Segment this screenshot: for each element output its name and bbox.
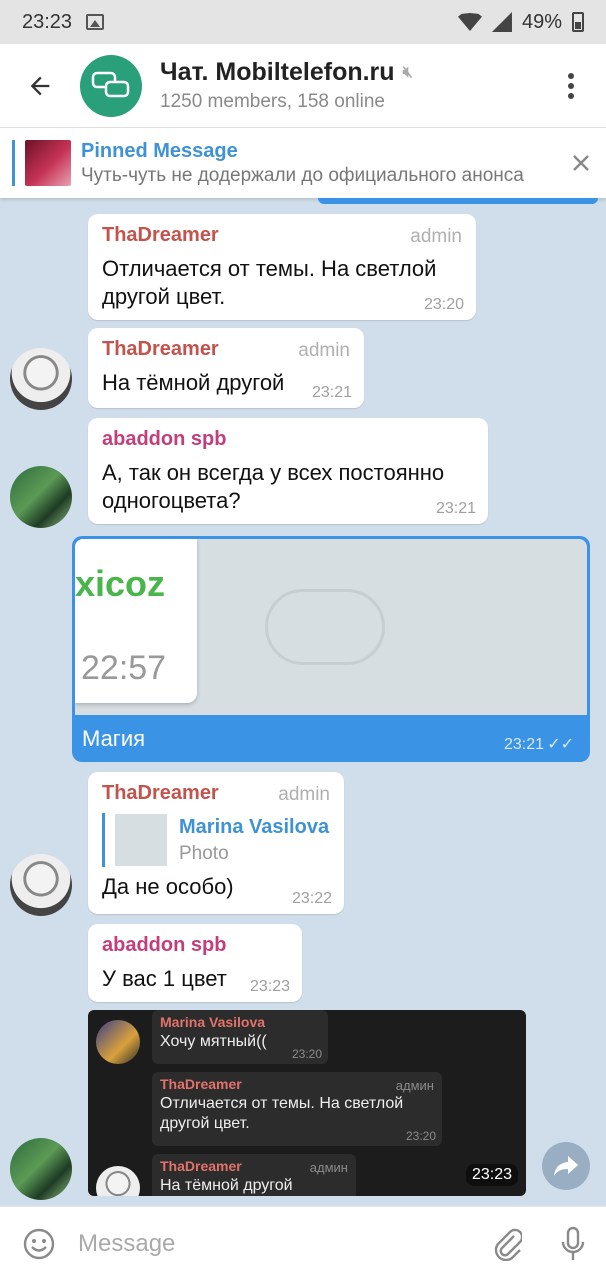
battery-icon <box>572 12 584 32</box>
message-bubble[interactable]: ThaDreamer admin На тёмной другой 23:21 <box>88 328 364 408</box>
chat-title: Чат. Mobiltelefon.ru 🔇︎ <box>160 58 536 87</box>
message-time: 23:23 <box>249 978 290 995</box>
chat-avatar[interactable] <box>80 54 142 117</box>
screenshot-time: 23:20 <box>291 1047 322 1061</box>
message-time: 23:23 <box>465 1164 518 1186</box>
muted-icon: 🔇︎ <box>402 63 413 81</box>
photo-card: xicoz 22:57 <box>75 539 197 703</box>
screenshot-message: ThaDreamer админ Отличается от темы. На … <box>152 1072 442 1146</box>
message-time: 23:22 <box>291 890 332 907</box>
admin-badge: admin <box>298 340 350 361</box>
status-right: 49% <box>457 10 584 34</box>
reply-author: Marina Vasilova <box>179 815 330 838</box>
signal-icon <box>491 12 512 32</box>
pinned-title: Pinned Message <box>81 139 238 162</box>
message-input[interactable] <box>78 1229 474 1258</box>
close-pinned-button[interactable] <box>556 148 606 179</box>
message-text: Отличается от темы. На светлой другой цв… <box>102 256 437 309</box>
screenshot-time: 23:20 <box>405 1129 436 1143</box>
share-button[interactable] <box>542 1142 590 1190</box>
photo-brand: xicoz <box>75 563 166 604</box>
arrow-left-icon <box>30 76 50 95</box>
reply-thumbnail <box>115 814 167 866</box>
message-time: 23:21 <box>503 736 544 753</box>
pinned-text: Чуть-чуть не додержали до официального а… <box>81 164 524 186</box>
avatar[interactable] <box>10 466 72 528</box>
message-bubble[interactable]: abaddon spb А, так он всегда у всех пост… <box>88 418 488 524</box>
admin-badge: admin <box>278 784 330 805</box>
pinned-thumbnail <box>25 140 71 186</box>
outgoing-photo-message[interactable]: xicoz 22:57 Магия 23:21 ✓✓ <box>72 536 590 762</box>
gallery-icon <box>86 14 105 30</box>
photo-attachment[interactable]: xicoz 22:57 <box>75 539 587 715</box>
read-check-icon: ✓✓ <box>547 736 574 753</box>
attach-button[interactable] <box>474 1227 540 1261</box>
emoji-icon <box>23 1228 55 1259</box>
microphone-button[interactable] <box>540 1226 606 1262</box>
message-bubble[interactable]: abaddon spb У вас 1 цвет 23:23 <box>88 924 302 1002</box>
screenshot-image-message[interactable]: Marina Vasilova Хочу мятный(( 23:20 ThaD… <box>88 1010 526 1196</box>
gamepad-doodle <box>265 589 385 665</box>
photo-caption: Магия <box>82 726 146 751</box>
avatar[interactable] <box>10 348 72 410</box>
reply-preview[interactable]: Marina Vasilova Photo <box>102 813 330 867</box>
avatar[interactable] <box>10 1138 72 1200</box>
screenshot-message: Marina Vasilova Хочу мятный(( 23:20 <box>152 1010 328 1064</box>
reply-type: Photo <box>179 842 229 864</box>
message-text: А, так он всегда у всех постоянно одного… <box>102 460 445 513</box>
status-time: 23:23 <box>22 10 73 33</box>
microphone-icon <box>561 1226 585 1260</box>
pinned-accent-bar <box>12 140 15 186</box>
chat-title-text: Чат. Mobiltelefon.ru <box>160 58 395 86</box>
screenshot-author: Marina Vasilova <box>160 1014 266 1030</box>
chat-header: Чат. Mobiltelefon.ru 🔇︎ 1250 members, 15… <box>0 44 606 128</box>
message-text: На тёмной другой <box>102 370 285 395</box>
screenshot-badge: админ <box>309 1160 348 1175</box>
more-menu-button[interactable] <box>536 72 606 100</box>
avatar <box>96 1020 140 1064</box>
avatar <box>96 1166 140 1196</box>
message-time: 23:21 <box>435 500 476 517</box>
message-time: 23:20 <box>423 296 464 313</box>
message-text: У вас 1 цвет <box>102 966 227 991</box>
message-bubble[interactable]: ThaDreamer admin Отличается от темы. На … <box>88 214 476 320</box>
chat-subtitle: 1250 members, 158 online <box>160 91 385 112</box>
screenshot-message: ThaDreamer админ На тёмной другой <box>152 1154 356 1196</box>
admin-badge: admin <box>410 226 462 247</box>
previous-message-edge <box>318 198 598 204</box>
screenshot-badge: админ <box>395 1078 434 1093</box>
avatar[interactable] <box>10 854 72 916</box>
battery-percent: 49% <box>521 10 562 33</box>
pinned-text-block: Pinned Message Чуть-чуть не додержали до… <box>81 140 556 187</box>
message-bubble[interactable]: ThaDreamer admin Marina Vasilova Photo Д… <box>88 772 344 914</box>
chat-bubbles-icon <box>91 71 130 97</box>
message-list[interactable]: ThaDreamer admin Отличается от темы. На … <box>0 198 606 1206</box>
message-author[interactable]: abaddon spb <box>102 428 474 451</box>
message-input-bar <box>0 1206 606 1280</box>
photo-clock: 22:57 <box>81 649 167 687</box>
reply-text-block: Marina Vasilova Photo <box>179 816 329 865</box>
emoji-button[interactable] <box>0 1227 78 1261</box>
screenshot-text: Отличается от темы. На светлой другой цв… <box>160 1095 404 1132</box>
message-author[interactable]: abaddon spb <box>102 934 288 957</box>
message-author[interactable]: ThaDreamer <box>102 224 462 247</box>
share-arrow-icon <box>554 1156 578 1176</box>
chat-title-block[interactable]: Чат. Mobiltelefon.ru 🔇︎ 1250 members, 15… <box>160 58 536 113</box>
screenshot-text: На тёмной другой <box>160 1177 293 1194</box>
screenshot-author: ThaDreamer <box>160 1076 242 1092</box>
status-bar: 23:23 49% <box>0 0 606 44</box>
paperclip-icon <box>494 1228 522 1261</box>
back-button[interactable] <box>0 44 80 128</box>
more-vertical-icon <box>568 72 574 99</box>
close-icon <box>573 154 589 171</box>
message-time: 23:21 <box>311 384 352 401</box>
wifi-icon <box>457 13 482 31</box>
pinned-message-bar[interactable]: Pinned Message Чуть-чуть не додержали до… <box>0 128 606 198</box>
